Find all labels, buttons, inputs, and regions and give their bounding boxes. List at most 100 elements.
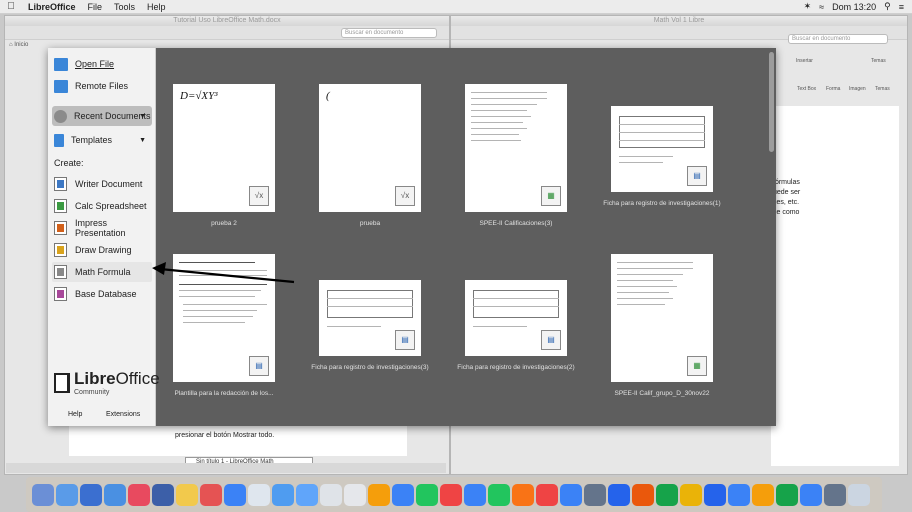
math-icon — [54, 265, 67, 279]
dock-app-icon[interactable] — [776, 483, 798, 506]
writer-file-icon: ▤ — [249, 356, 269, 376]
clock-icon — [54, 109, 67, 123]
left-search-input[interactable]: Buscar en documento — [341, 28, 437, 38]
start-center-window: Open File Remote Files Recent Documents … — [48, 48, 776, 426]
draw-drawing-button[interactable]: Draw Drawing — [52, 240, 152, 260]
dock-app-icon[interactable] — [80, 483, 102, 506]
dock-app-icon[interactable] — [128, 483, 150, 506]
recent-file-thumb[interactable]: ▦ SPEE-II Calificaciones(3) — [457, 84, 575, 227]
recent-file-thumb[interactable]: D=√XY³ √x prueba 2 — [165, 84, 283, 227]
remote-files-button[interactable]: Remote Files — [52, 76, 152, 96]
thumb-preview: ▤ — [611, 106, 713, 192]
writer-file-icon: ▤ — [541, 330, 561, 350]
calc-file-icon: ▦ — [541, 186, 561, 206]
thumb-preview: ▤ — [465, 280, 567, 356]
dock-app-icon[interactable] — [320, 483, 342, 506]
dock-app-icon[interactable] — [200, 483, 222, 506]
dock-app-icon[interactable] — [680, 483, 702, 506]
dock-app-icon[interactable] — [584, 483, 606, 506]
calc-icon — [54, 199, 67, 213]
recent-file-thumb[interactable]: ( √x prueba — [311, 84, 429, 227]
writer-icon — [54, 177, 67, 191]
calc-file-icon: ▦ — [687, 356, 707, 376]
dock-app-icon[interactable] — [464, 483, 486, 506]
dock-app-icon[interactable] — [32, 483, 54, 506]
writer-file-icon: ▤ — [687, 166, 707, 186]
dock-app-icon[interactable] — [704, 483, 726, 506]
dock-app-icon[interactable] — [224, 483, 246, 506]
right-search-input[interactable]: Buscar en documento — [788, 34, 888, 44]
remote-folder-icon — [54, 79, 68, 93]
dock-app-icon[interactable] — [536, 483, 558, 506]
recent-file-thumb[interactable]: ▤ Ficha para registro de investigaciones… — [603, 84, 721, 207]
folder-icon — [54, 57, 68, 71]
menu-file[interactable]: File — [82, 2, 109, 12]
extensions-button[interactable]: Extensions — [106, 411, 140, 418]
chevron-down-icon: ▼ — [139, 112, 146, 120]
math-formula-button[interactable]: Math Formula — [52, 262, 152, 282]
draw-icon — [54, 243, 67, 257]
thumb-preview: ▤ — [319, 280, 421, 356]
dock-app-icon[interactable] — [392, 483, 414, 506]
menu-tools[interactable]: Tools — [108, 2, 141, 12]
dock-app-icon[interactable] — [440, 483, 462, 506]
recent-file-thumb[interactable]: ▤ Ficha para registro de investigaciones… — [457, 254, 575, 371]
base-database-button[interactable]: Base Database — [52, 284, 152, 304]
templates-button[interactable]: Templates ▼ — [52, 130, 152, 150]
search-icon[interactable]: ⚲ — [884, 1, 891, 12]
wifi-icon[interactable]: ≈ — [819, 2, 824, 12]
dock-app-icon[interactable] — [344, 483, 366, 506]
left-window-title: Tutorial Uso LibreOffice Math.docx — [5, 16, 449, 26]
dock-app-icon[interactable] — [848, 483, 870, 506]
dock-app-icon[interactable] — [176, 483, 198, 506]
math-file-icon: √x — [249, 186, 269, 206]
dock-app-icon[interactable] — [608, 483, 630, 506]
dock-app-icon[interactable] — [272, 483, 294, 506]
help-button[interactable]: Help — [68, 411, 82, 418]
dock-app-icon[interactable] — [800, 483, 822, 506]
thumb-preview: ▦ — [465, 84, 567, 212]
impress-presentation-button[interactable]: Impress Presentation — [52, 218, 152, 238]
calc-spreadsheet-button[interactable]: Calc Spreadsheet — [52, 196, 152, 216]
recent-file-thumb[interactable]: ▤ Ficha para registro de investigaciones… — [311, 254, 429, 371]
right-window-title: Math Vol 1 Libre — [451, 16, 907, 26]
start-center-sidebar: Open File Remote Files Recent Documents … — [48, 48, 160, 426]
dock-app-icon[interactable] — [416, 483, 438, 506]
dock-app-icon[interactable] — [368, 483, 390, 506]
chevron-down-icon: ▼ — [139, 136, 146, 144]
dock-app-icon[interactable] — [512, 483, 534, 506]
recent-file-thumb[interactable]: ▦ SPEE-II Calif_grupo_D_30nov22 — [603, 254, 721, 397]
apple-icon[interactable]:  — [0, 1, 22, 12]
thumb-preview: ▦ — [611, 254, 713, 382]
status-bar — [6, 463, 446, 473]
dock-app-icon[interactable] — [824, 483, 846, 506]
menu-bar:  LibreOffice File Tools Help ✶ ≈ Dom 13… — [0, 0, 912, 14]
dock-app-icon[interactable] — [752, 483, 774, 506]
template-icon — [54, 133, 64, 147]
writer-document-button[interactable]: Writer Document — [52, 174, 152, 194]
libreoffice-logo: LibreOffice Community — [54, 370, 160, 396]
dock-app-icon[interactable] — [632, 483, 654, 506]
dock-app-icon[interactable] — [488, 483, 510, 506]
dock-app-icon[interactable] — [656, 483, 678, 506]
open-file-button[interactable]: Open File — [52, 54, 152, 74]
menu-help[interactable]: Help — [141, 2, 172, 12]
clock[interactable]: Dom 13:20 — [832, 2, 876, 12]
dock-app-icon[interactable] — [296, 483, 318, 506]
menu-app-name[interactable]: LibreOffice — [22, 2, 82, 12]
bluetooth-icon[interactable]: ✶ — [804, 1, 812, 12]
dock — [26, 477, 882, 512]
list-icon[interactable]: ≡ — [899, 2, 904, 12]
dock-app-icon[interactable] — [560, 483, 582, 506]
left-doc-text: presionar el botón Mostrar todo. — [175, 432, 275, 439]
dock-app-icon[interactable] — [56, 483, 78, 506]
recent-documents-button[interactable]: Recent Documents ▼ — [52, 106, 152, 126]
dock-app-icon[interactable] — [104, 483, 126, 506]
scrollbar[interactable] — [769, 52, 774, 152]
logo-document-icon — [54, 373, 70, 393]
create-label: Create: — [54, 158, 84, 168]
dock-app-icon[interactable] — [728, 483, 750, 506]
dock-app-icon[interactable] — [152, 483, 174, 506]
dock-app-icon[interactable] — [248, 483, 270, 506]
thumb-preview: ( √x — [319, 84, 421, 212]
